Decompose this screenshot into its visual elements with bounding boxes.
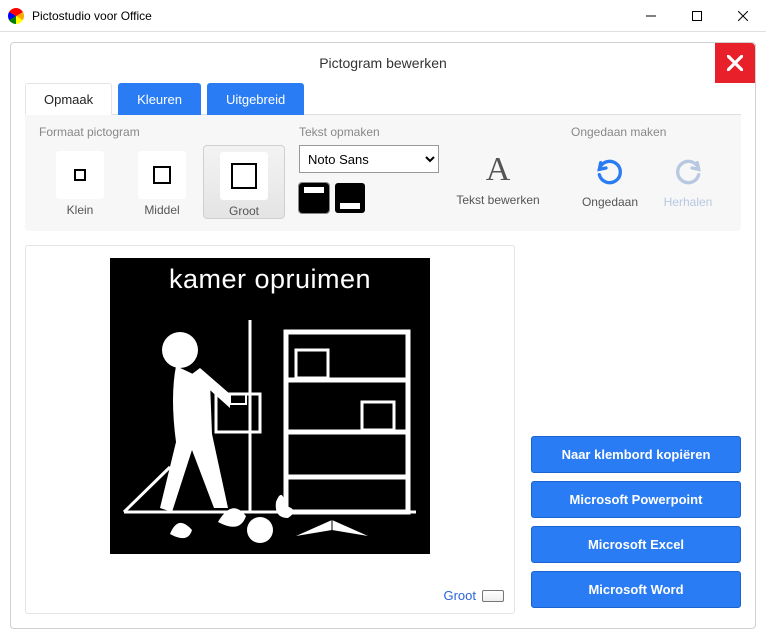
tab-opmaak[interactable]: Opmaak [25,83,112,115]
pictogram-preview: kamer opruimen [110,258,430,554]
font-select[interactable]: Noto Sans [299,145,439,173]
undo-button[interactable]: Ongedaan [571,145,649,209]
preview-pane: kamer opruimen [25,245,515,614]
group-tekst-bewerken: A Tekst bewerken [453,143,543,219]
undo-icon [571,149,649,195]
pictogram-text: kamer opruimen [110,258,430,295]
action-label: Tekst bewerken [456,193,539,207]
tab-kleuren[interactable]: Kleuren [118,83,201,115]
keyboard-icon[interactable] [482,590,504,602]
redo-button[interactable]: Herhalen [649,145,727,209]
edit-panel: Pictogram bewerken Opmaak Kleuren Uitgeb… [10,42,756,629]
preview-footer: Groot [36,582,504,603]
tab-bar: Opmaak Kleuren Uitgebreid [25,83,741,115]
export-powerpoint-button[interactable]: Microsoft Powerpoint [531,481,741,518]
action-label: Ongedaan [582,195,638,209]
size-option-middel[interactable]: Middel [121,145,203,219]
preview-size-label: Groot [443,588,476,603]
window-close-button[interactable] [720,0,766,32]
window-minimize-button[interactable] [628,0,674,32]
panel-close-button[interactable] [715,43,755,83]
window-maximize-button[interactable] [674,0,720,32]
panel-title: Pictogram bewerken [319,55,447,71]
text-style-bottom-bar[interactable] [335,183,365,213]
group-tekst-label: Tekst opmaken [299,125,439,139]
group-formaat-label: Formaat pictogram [39,125,285,139]
size-option-label: Middel [144,203,179,217]
group-ongedaan: Ongedaan maken Ongedaan Herhalen [571,125,727,219]
panel-header: Pictogram bewerken [11,43,755,83]
tab-uitgebreid[interactable]: Uitgebreid [207,83,304,115]
group-tekst: Tekst opmaken Noto Sans [299,125,439,219]
app-title: Pictostudio voor Office [32,9,628,23]
copy-clipboard-button[interactable]: Naar klembord kopiëren [531,436,741,473]
window-titlebar: Pictostudio voor Office [0,0,766,32]
pictogram-graphic [110,302,430,554]
size-option-label: Groot [229,204,259,218]
redo-icon [649,149,727,195]
size-option-klein[interactable]: Klein [39,145,121,219]
app-icon [8,8,24,24]
toolbar: Formaat pictogram Klein Middel Groot [25,115,741,231]
tekst-bewerken-button[interactable]: A Tekst bewerken [453,143,543,207]
export-excel-button[interactable]: Microsoft Excel [531,526,741,563]
group-ongedaan-label: Ongedaan maken [571,125,727,139]
export-buttons: Naar klembord kopiëren Microsoft Powerpo… [531,245,741,614]
group-formaat: Formaat pictogram Klein Middel Groot [39,125,285,219]
text-style-top-bar[interactable] [299,183,329,213]
size-option-groot[interactable]: Groot [203,145,285,219]
export-word-button[interactable]: Microsoft Word [531,571,741,608]
action-label: Herhalen [664,195,713,209]
size-option-label: Klein [67,203,94,217]
